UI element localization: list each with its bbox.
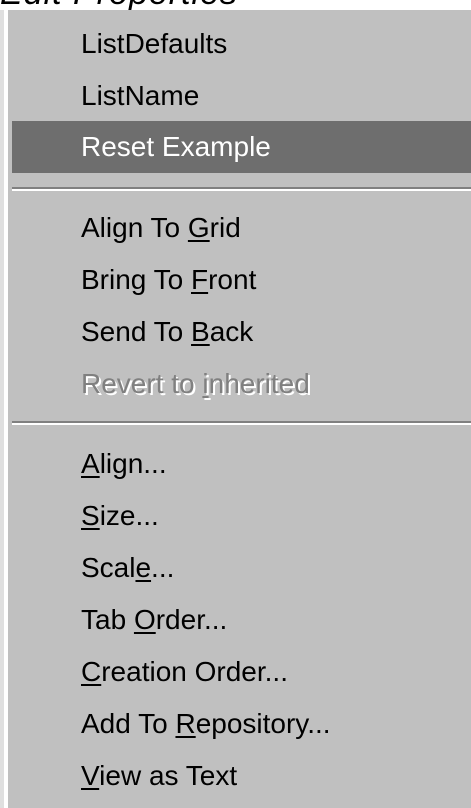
menu-item-label: Tab [81,604,134,635]
menu-item-accelerator: R [175,708,196,739]
menu-item-label: Revert to [81,368,203,399]
menu-item-label: iew as Text [99,760,238,791]
menu-item-label: Send To [81,316,192,347]
menu-item-size[interactable]: Size... [12,490,471,542]
menu-item-label: epository... [195,708,331,739]
menu-item-label: nherited [208,368,310,399]
menu-item-label: ack [209,316,254,347]
menu-item-reset-example[interactable]: Reset Example [12,121,471,173]
menu-item-label: ListDefaults [81,28,228,59]
menu-item-label: Reset Example [81,131,271,162]
menu-item-label: Add To [81,708,176,739]
menu-item-align-to-grid[interactable]: Align To Grid [12,202,471,254]
menu-item-accelerator: C [81,656,102,687]
menu-item-creation-order[interactable]: Creation Order... [12,646,471,698]
menu-item-label: reation Order... [101,656,288,687]
menu-item-accelerator: e [135,552,152,583]
menu-item-align[interactable]: Align... [12,438,471,490]
menu-item-accelerator: O [133,604,156,635]
menu-item-label: Bring To [81,264,191,295]
top-strip-text: Edit Properties [0,0,238,10]
context-menu: ListDefaults ListName Reset Example Alig… [0,10,471,808]
menu-item-label: ront [208,264,257,295]
menu-item-accelerator: B [191,316,210,347]
menu-separator [12,187,471,191]
menu-item-tab-order[interactable]: Tab Order... [12,594,471,646]
menu-item-label: Scal [81,552,136,583]
menu-item-label: ListName [81,80,200,111]
menu-item-accelerator: S [81,500,100,531]
menu-item-send-to-back[interactable]: Send To Back [12,306,471,358]
menu-item-bring-to-front[interactable]: Bring To Front [12,254,471,306]
menu-item-revert-to-inherited: Revert to inherited [12,358,471,410]
menu-item-accelerator: G [187,212,210,243]
top-strip: Edit Properties [0,0,471,10]
menu-item-scale[interactable]: Scale... [12,542,471,594]
menu-item-list-defaults[interactable]: ListDefaults [12,18,471,70]
menu-item-label: lign... [99,448,167,479]
menu-item-accelerator: V [81,760,100,791]
menu-item-label: rid [209,212,241,243]
menu-item-label: ... [151,552,175,583]
menu-item-list-name[interactable]: ListName [12,70,471,122]
menu-item-label: rder... [155,604,228,635]
menu-item-view-as-text[interactable]: View as Text [12,750,471,802]
menu-item-accelerator: F [191,264,209,295]
menu-separator [12,421,471,425]
menu-item-label: Align To [81,212,188,243]
menu-item-add-to-repository[interactable]: Add To Repository... [12,698,471,750]
menu-item-accelerator: A [81,448,100,479]
menu-item-label: ize... [99,500,159,531]
